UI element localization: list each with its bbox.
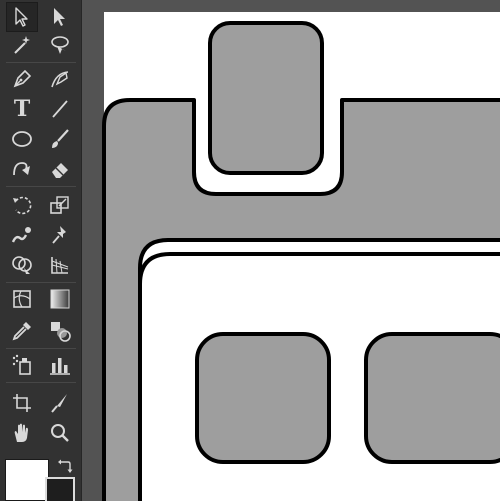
tool-row <box>0 418 82 448</box>
rotate-icon <box>13 196 32 215</box>
fill-color-swatch[interactable] <box>5 459 49 501</box>
magnifier-icon <box>51 424 69 442</box>
tool-row <box>0 284 82 314</box>
shaper-icon <box>13 162 30 176</box>
pushpin-icon <box>52 226 66 244</box>
lasso-icon <box>51 36 69 54</box>
toolbar-divider <box>6 62 76 63</box>
blend-tool-button[interactable] <box>44 316 76 346</box>
perspective-grid-icon <box>51 257 69 274</box>
eyedropper-icon <box>12 322 31 341</box>
line-segment-icon <box>52 100 68 118</box>
ellipse-tool-button[interactable] <box>6 124 38 154</box>
column-graph-tool-button[interactable] <box>44 350 76 380</box>
selection-tool-button[interactable] <box>6 2 38 32</box>
mesh-icon <box>13 290 31 308</box>
selection-arrow-icon <box>15 7 28 27</box>
paintbrush-tool-button[interactable] <box>44 124 76 154</box>
type-tool-icon: T <box>13 96 31 122</box>
slice-tool-button[interactable] <box>44 388 76 418</box>
warp-icon <box>11 227 31 243</box>
stroke-color-swatch[interactable] <box>45 477 75 501</box>
tool-row <box>0 2 82 32</box>
mesh-tool-button[interactable] <box>6 284 38 314</box>
scale-tool-button[interactable] <box>44 190 76 220</box>
direct-selection-arrow-icon <box>54 8 65 26</box>
paintbrush-icon <box>52 129 69 148</box>
illustrator-window: T <box>0 0 500 501</box>
shaper-tool-button[interactable] <box>6 154 38 184</box>
tool-row <box>0 350 82 380</box>
lasso-tool-button[interactable] <box>44 30 76 60</box>
hand-tool-button[interactable] <box>6 418 38 448</box>
scale-icon <box>50 196 69 214</box>
tool-row <box>0 124 82 154</box>
blend-icon <box>51 322 71 342</box>
tool-row <box>0 250 82 280</box>
symbol-sprayer-icon <box>12 354 31 375</box>
rounded-square-left[interactable] <box>195 332 331 464</box>
type-tool-button[interactable]: T <box>6 94 38 124</box>
pen-nib-icon <box>13 69 32 88</box>
rotate-tool-button[interactable] <box>6 190 38 220</box>
magic-wand-icon <box>14 36 30 54</box>
toolbar-divider <box>6 282 76 283</box>
warp-tool-button[interactable] <box>6 220 38 250</box>
hand-icon <box>14 423 28 442</box>
tool-row <box>0 220 82 250</box>
tool-row <box>0 190 82 220</box>
gradient-tool-button[interactable] <box>44 284 76 314</box>
shape-builder-icon <box>12 256 32 274</box>
toolbar-divider <box>6 348 76 349</box>
symbol-sprayer-tool-button[interactable] <box>6 350 38 380</box>
document-canvas[interactable] <box>96 0 500 501</box>
artwork <box>102 12 500 501</box>
column-graph-icon <box>50 358 70 375</box>
ellipse-icon <box>12 131 32 147</box>
tool-row <box>0 30 82 60</box>
eyedropper-tool-button[interactable] <box>6 316 38 346</box>
direct-selection-tool-button[interactable] <box>44 2 76 32</box>
curvature-tool-button[interactable] <box>44 64 76 94</box>
perspective-grid-tool-button[interactable] <box>44 250 76 280</box>
puppet-warp-tool-button[interactable] <box>44 220 76 250</box>
tool-row <box>0 316 82 346</box>
toolbar-divider <box>6 186 76 187</box>
tab-shape[interactable] <box>208 21 324 175</box>
zoom-tool-button[interactable] <box>44 418 76 448</box>
fill-stroke-swatches <box>0 452 82 501</box>
gradient-icon <box>50 289 70 309</box>
eraser-icon <box>52 163 68 178</box>
slice-knife-icon <box>51 394 67 413</box>
tool-row: T <box>0 94 82 124</box>
swap-fill-stroke-icon[interactable] <box>57 458 73 474</box>
eraser-tool-button[interactable] <box>44 154 76 184</box>
tool-row <box>0 64 82 94</box>
shape-builder-tool-button[interactable] <box>6 250 38 280</box>
pen-tool-button[interactable] <box>6 64 38 94</box>
artboard-tool-button[interactable] <box>6 388 38 418</box>
tools-panel: T <box>0 0 82 501</box>
tool-row <box>0 154 82 184</box>
toolbar-divider <box>6 382 76 383</box>
artboard-icon <box>13 394 31 412</box>
line-segment-tool-button[interactable] <box>44 94 76 124</box>
rounded-square-right[interactable] <box>364 332 500 464</box>
magic-wand-tool-button[interactable] <box>6 30 38 60</box>
panel-gutter <box>82 0 96 501</box>
tool-row <box>0 388 82 418</box>
curvature-pen-icon <box>51 71 69 88</box>
